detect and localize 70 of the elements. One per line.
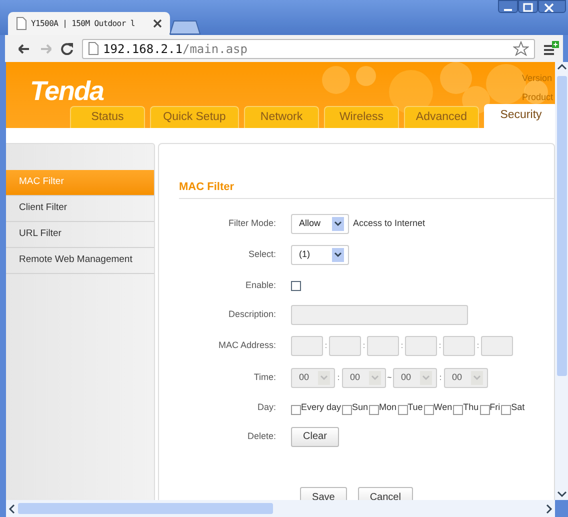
day-label: Sun	[352, 400, 368, 414]
day-checkbox[interactable]	[480, 404, 490, 414]
field-label: Select:	[247, 248, 276, 261]
nav-tab[interactable]: Wireless	[324, 106, 399, 128]
menu-icon[interactable]	[543, 41, 559, 56]
field-label: MAC Address:	[217, 339, 276, 352]
filter-mode-dropdown[interactable]: Allow	[291, 214, 349, 234]
day-label: Wen	[434, 400, 452, 414]
separator-text: :	[476, 340, 480, 352]
day-checkbox[interactable]	[398, 404, 408, 414]
day-checkbox[interactable]	[342, 404, 352, 414]
separator-text: :	[438, 372, 443, 384]
day-label: Fri	[490, 400, 500, 414]
back-icon[interactable]	[17, 42, 31, 54]
day-checkbox[interactable]	[424, 404, 434, 414]
form-button[interactable]: Cancel	[358, 487, 413, 500]
minimize-button[interactable]	[498, 0, 518, 13]
tab-title: Y1500A | 150M Outdoor l	[31, 18, 136, 30]
nav-tab[interactable]: Quick Setup	[150, 106, 239, 128]
separator-text: :	[362, 340, 366, 352]
field-suffix: Access to Internet	[353, 216, 426, 230]
separator-text: :	[438, 340, 442, 352]
header-info-text: Product	[522, 90, 554, 104]
nav-tab[interactable]: Advanced	[404, 106, 479, 128]
sidebar-item[interactable]: Client Filter	[6, 196, 154, 222]
close-icon[interactable]	[153, 19, 162, 28]
field-label: Filter Mode:	[227, 216, 276, 230]
separator-text: :	[336, 372, 341, 384]
nav-tab[interactable]: Status	[70, 106, 145, 128]
enable-checkbox[interactable]	[291, 281, 301, 291]
day-label: Tue	[408, 400, 423, 414]
separator-text: :	[400, 340, 404, 352]
field-label: Enable:	[244, 279, 276, 292]
field-label: Description:	[227, 308, 276, 322]
day-checkbox[interactable]	[369, 404, 380, 414]
url-text: 192.168.2.1/main.asp	[103, 40, 249, 58]
form-button[interactable]: Save	[300, 487, 347, 500]
day-checkbox[interactable]	[453, 404, 464, 414]
day-checkbox[interactable]	[501, 404, 512, 414]
clear-button[interactable]: Clear	[291, 426, 339, 446]
forward-icon[interactable]	[39, 42, 53, 54]
logo: Tenda	[30, 78, 104, 105]
maximize-button[interactable]	[518, 0, 538, 13]
reload-icon[interactable]	[61, 42, 74, 55]
sidebar-item[interactable]: Remote Web Management	[6, 248, 154, 274]
page-icon	[16, 16, 27, 30]
sidebar-item[interactable]: URL Filter	[6, 222, 154, 248]
page-icon	[88, 42, 99, 56]
select-dropdown[interactable]: (1)	[291, 244, 349, 264]
field-label: Delete:	[246, 430, 276, 443]
header-info-text: Version	[522, 72, 554, 85]
day-label: Every day	[301, 400, 342, 414]
day-label: Thu	[463, 400, 479, 414]
section-title: MAC Filter	[179, 180, 235, 194]
close-window-button[interactable]	[538, 0, 566, 13]
address-bar[interactable]: 192.168.2.1/main.asp	[82, 38, 535, 58]
horizontal-scrollbar[interactable]	[6, 500, 555, 517]
day-checkbox[interactable]	[291, 404, 301, 414]
new-tab-button[interactable]	[168, 20, 202, 35]
browser-tab[interactable]: Y1500A | 150M Outdoor l	[8, 12, 170, 35]
star-icon[interactable]	[513, 41, 529, 56]
nav-tab[interactable]: Network	[244, 106, 319, 128]
separator-text: ~	[386, 372, 393, 384]
field-label: Day:	[256, 400, 276, 414]
nav-tab[interactable]: Security	[484, 104, 555, 128]
separator-text: :	[324, 340, 328, 352]
day-label: Mon	[379, 400, 397, 414]
field-label: Time:	[252, 370, 276, 384]
day-label: Sat	[511, 400, 525, 414]
vertical-scrollbar[interactable]	[555, 62, 568, 500]
